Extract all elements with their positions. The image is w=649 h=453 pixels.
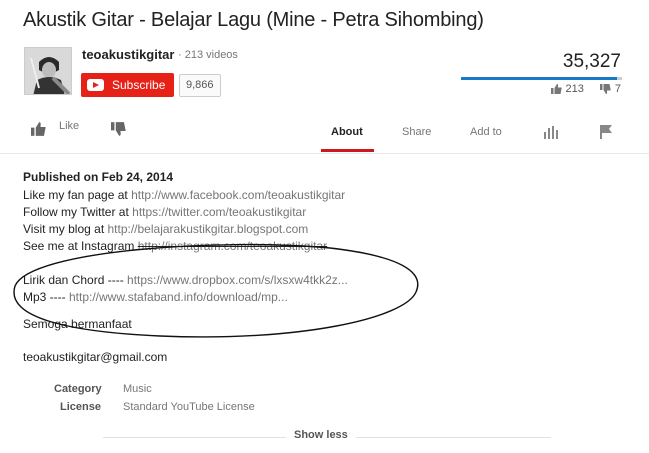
- video-title: Akustik Gitar - Belajar Lagu (Mine - Pet…: [23, 9, 484, 31]
- description-line: Mp3 ---- http://www.stafaband.info/downl…: [23, 289, 348, 306]
- subscribe-button[interactable]: Subscribe: [81, 73, 174, 97]
- line-text: Like my fan page at: [23, 188, 132, 202]
- contact-email: teoakustikgitar@gmail.com: [23, 350, 168, 364]
- avatar-image: [25, 48, 71, 94]
- description-line: Follow my Twitter at https://twitter.com…: [23, 204, 348, 221]
- license-value: Standard YouTube License: [123, 401, 255, 413]
- category-value[interactable]: Music: [123, 383, 152, 395]
- category-label: Category: [54, 383, 102, 395]
- youtube-play-icon: [87, 79, 104, 91]
- channel-video-count[interactable]: · 213 videos: [178, 49, 238, 61]
- active-tab-indicator: [321, 149, 374, 152]
- description-line: Lirik dan Chord ---- https://www.dropbox…: [23, 272, 348, 289]
- description-line: Semoga bermanfaat: [23, 317, 132, 331]
- view-count: 35,327: [562, 51, 621, 72]
- twitter-link[interactable]: https://twitter.com/teoakustikgitar: [132, 205, 306, 219]
- sentiment-bar-fill: [461, 77, 617, 80]
- like-icon[interactable]: [31, 122, 46, 136]
- line-text: See me at Instagram: [23, 239, 138, 253]
- video-info-page: Akustik Gitar - Belajar Lagu (Mine - Pet…: [0, 0, 649, 453]
- facebook-link[interactable]: http://www.facebook.com/teoakustikgitar: [131, 188, 345, 202]
- sentiment-bar: [461, 77, 622, 80]
- description-line: See me at Instagram http://instagram.com…: [23, 238, 348, 255]
- tab-about[interactable]: About: [331, 126, 363, 138]
- like-count: 213: [565, 83, 584, 95]
- stafaband-link[interactable]: http://www.stafaband.info/download/mp...: [69, 290, 288, 304]
- action-bar: Like About Share Add to: [0, 110, 649, 152]
- line-text: Follow my Twitter at: [23, 205, 133, 219]
- license-label: License: [60, 401, 101, 413]
- rating-counts: 213 7: [550, 83, 621, 95]
- like-button[interactable]: Like: [59, 120, 79, 132]
- dropbox-link[interactable]: https://www.dropbox.com/s/lxsxw4tkk2z...: [127, 273, 348, 287]
- divider: [0, 153, 649, 154]
- subscriber-count: 9,866: [179, 74, 221, 97]
- dislike-count: 7: [614, 83, 621, 95]
- thumbs-up-icon: [550, 84, 562, 94]
- flag-icon[interactable]: [600, 125, 614, 139]
- blog-link[interactable]: http://belajarakustikgitar.blogspot.com: [107, 222, 308, 236]
- instagram-link[interactable]: http://instagram.com/teoakustikgitar: [138, 239, 327, 253]
- thumbs-down-icon: [599, 84, 611, 94]
- tab-add-to[interactable]: Add to: [470, 126, 502, 138]
- description-line: Visit my blog at http://belajarakustikgi…: [23, 221, 348, 238]
- tab-share[interactable]: Share: [402, 126, 431, 138]
- line-text: Visit my blog at: [23, 222, 108, 236]
- channel-avatar[interactable]: [24, 47, 72, 95]
- statistics-icon[interactable]: [544, 126, 558, 139]
- dislike-icon[interactable]: [111, 122, 126, 136]
- line-text: Mp3 ----: [23, 290, 69, 304]
- channel-name[interactable]: teoakustikgitar: [82, 47, 174, 62]
- line-text: Lirik dan Chord ----: [23, 273, 128, 287]
- subscribe-label: Subscribe: [112, 78, 166, 92]
- description-text: Like my fan page at http://www.facebook.…: [23, 187, 348, 366]
- published-date: Published on Feb 24, 2014: [23, 170, 174, 184]
- description-line: Like my fan page at http://www.facebook.…: [23, 187, 348, 204]
- show-less-button[interactable]: Show less: [286, 429, 356, 441]
